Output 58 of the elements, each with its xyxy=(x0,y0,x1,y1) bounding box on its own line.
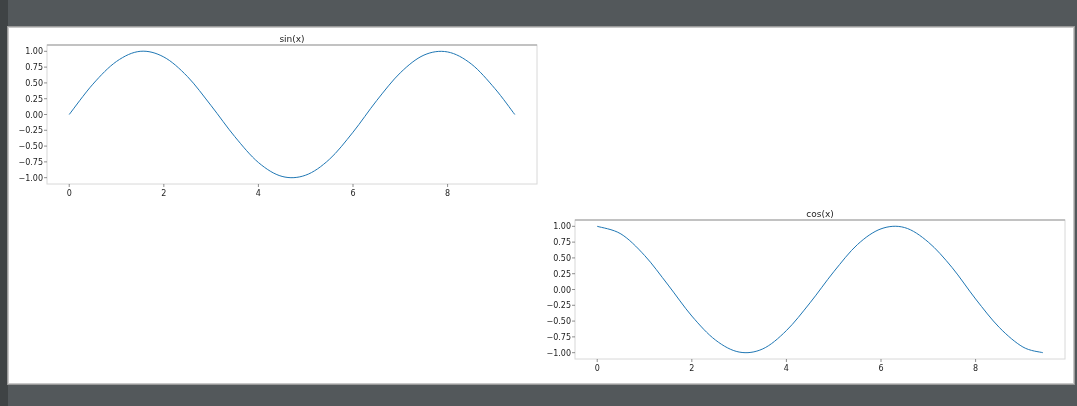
y-tick-label: 0.25 xyxy=(553,269,571,279)
y-tick-label: 1.00 xyxy=(25,47,43,57)
y-tick: −0.25 xyxy=(18,126,48,136)
x-tick: 8 xyxy=(973,358,979,373)
y-tick: −0.75 xyxy=(546,332,576,342)
y-tick: 0.50 xyxy=(553,253,576,263)
y-tick: −0.50 xyxy=(18,142,48,152)
y-tick: 0.75 xyxy=(25,63,48,73)
y-tick-label: 0.50 xyxy=(553,253,571,263)
y-tick-label: 0.00 xyxy=(553,285,571,294)
y-tick: 0.00 xyxy=(553,285,576,294)
x-tick-label: 4 xyxy=(783,363,789,373)
y-tick: 1.00 xyxy=(553,221,576,231)
x-tick: 6 xyxy=(350,183,356,198)
x-tick: 2 xyxy=(689,358,695,373)
y-tick: 0.50 xyxy=(25,78,48,88)
chart-title: sin(x) xyxy=(279,34,305,44)
x-tick: 2 xyxy=(161,183,167,198)
y-tick-label: −0.50 xyxy=(546,316,571,326)
y-tick-label: −0.75 xyxy=(546,332,571,342)
x-tick: 6 xyxy=(878,358,884,373)
y-tick-label: 1.00 xyxy=(553,221,571,231)
y-tick: −1.00 xyxy=(546,348,576,358)
y-tick: −0.50 xyxy=(546,316,576,326)
x-tick: 8 xyxy=(445,183,451,198)
x-tick-label: 8 xyxy=(973,363,979,373)
x-tick-label: 6 xyxy=(878,363,884,373)
y-tick: 0.00 xyxy=(25,110,48,120)
y-tick: −1.00 xyxy=(18,173,48,183)
x-tick-label: 0 xyxy=(66,189,72,198)
x-tick: 4 xyxy=(783,358,789,373)
x-tick-label: 6 xyxy=(350,189,356,198)
y-tick-label: 0.50 xyxy=(25,78,43,88)
x-tick: 0 xyxy=(594,358,600,373)
y-tick-label: −0.50 xyxy=(18,142,43,152)
y-tick-label: 0.75 xyxy=(553,237,571,247)
y-tick-label: −1.00 xyxy=(18,173,43,183)
y-tick: 0.25 xyxy=(553,269,576,279)
y-tick: 0.25 xyxy=(25,94,48,104)
y-tick-label: −0.75 xyxy=(18,157,43,167)
y-tick-label: 0.25 xyxy=(25,94,43,104)
y-tick: −0.25 xyxy=(546,300,576,310)
x-tick-label: 2 xyxy=(689,363,695,373)
y-tick-label: −1.00 xyxy=(546,348,571,358)
y-tick-label: 0.00 xyxy=(25,110,43,120)
x-tick-label: 2 xyxy=(161,189,167,198)
chart-title: cos(x) xyxy=(806,208,834,219)
y-tick: 1.00 xyxy=(25,47,48,57)
x-tick-label: 4 xyxy=(255,189,261,198)
x-tick-label: 0 xyxy=(594,363,600,373)
x-tick: 0 xyxy=(66,183,72,198)
y-tick: −0.75 xyxy=(18,157,48,167)
x-tick: 4 xyxy=(255,183,261,198)
y-tick-label: −0.25 xyxy=(546,300,571,310)
y-tick-label: 0.75 xyxy=(25,63,43,73)
y-tick: 0.75 xyxy=(553,237,576,247)
x-tick-label: 8 xyxy=(445,189,451,198)
y-tick-label: −0.25 xyxy=(18,126,43,136)
